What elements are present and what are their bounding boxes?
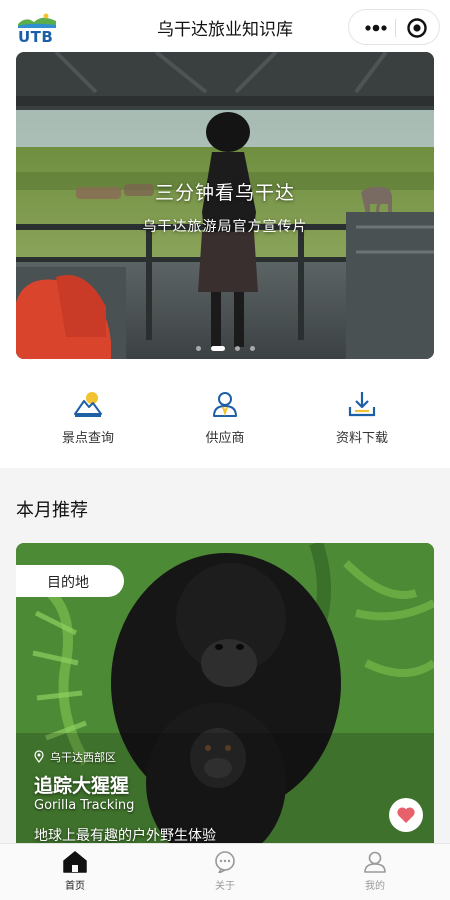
quick-link-label: 资料下载	[335, 431, 388, 446]
more-dots-icon[interactable]	[363, 19, 389, 37]
quick-link-downloads[interactable]: 资料下载	[307, 389, 417, 449]
mini-program-capsule	[348, 9, 440, 45]
promo-video-banner[interactable]: 三分钟看乌干达 乌干达旅游局官方宣传片	[16, 52, 434, 359]
card-location-text: 乌干达西部区	[50, 751, 116, 764]
tab-label: 首页	[65, 881, 85, 892]
bottom-tab-bar: 首页 关于 我的	[0, 843, 450, 900]
tab-profile[interactable]: 我的	[335, 851, 415, 897]
person-icon	[213, 392, 237, 417]
card-description: 地球上最有趣的户外野生体验	[34, 828, 216, 844]
user-icon	[364, 851, 386, 873]
quick-link-attractions[interactable]: 景点查询	[33, 389, 143, 449]
banner-title: 三分钟看乌干达	[154, 182, 295, 204]
carousel-dot[interactable]	[249, 346, 255, 351]
recommend-card[interactable]: 目的地 乌干达西部区 追踪大猩猩 Gorilla Tracking 地球上最有趣…	[16, 543, 434, 863]
card-subtitle-en: Gorilla Tracking	[34, 798, 135, 813]
tab-about[interactable]: 关于	[185, 851, 265, 897]
chat-bubble-icon	[215, 851, 235, 873]
quick-link-suppliers[interactable]: 供应商	[170, 389, 280, 449]
top-section: 三分钟看乌干达 乌干达旅游局官方宣传片 景点查询 供应商 资料下载	[0, 52, 450, 468]
home-icon	[63, 851, 87, 873]
favorite-button[interactable]	[389, 798, 423, 832]
tab-home[interactable]: 首页	[35, 851, 115, 897]
heart-icon	[397, 807, 415, 823]
banner-subtitle: 乌干达旅游局官方宣传片	[142, 219, 308, 235]
tab-label: 我的	[365, 881, 385, 892]
target-circle-icon[interactable]	[405, 16, 429, 40]
card-location: 乌干达西部区	[34, 749, 116, 765]
mountain-sun-icon	[74, 392, 102, 417]
quick-link-label: 供应商	[205, 431, 245, 446]
carousel-dot-active[interactable]	[210, 346, 225, 351]
category-tag: 目的地	[16, 565, 124, 597]
capsule-divider	[395, 19, 396, 37]
section-title: 本月推荐	[16, 500, 88, 521]
carousel-indicator	[16, 346, 434, 351]
safari-boat-image	[16, 52, 434, 359]
location-pin-icon	[34, 750, 44, 763]
nav-bar: UTB 乌干达旅业知识库	[0, 0, 450, 52]
tab-label: 关于	[215, 881, 235, 892]
carousel-dot[interactable]	[234, 346, 240, 351]
download-icon	[348, 392, 376, 417]
quick-link-label: 景点查询	[61, 431, 114, 446]
carousel-dot[interactable]	[195, 346, 201, 351]
card-title: 追踪大猩猩	[34, 775, 130, 797]
